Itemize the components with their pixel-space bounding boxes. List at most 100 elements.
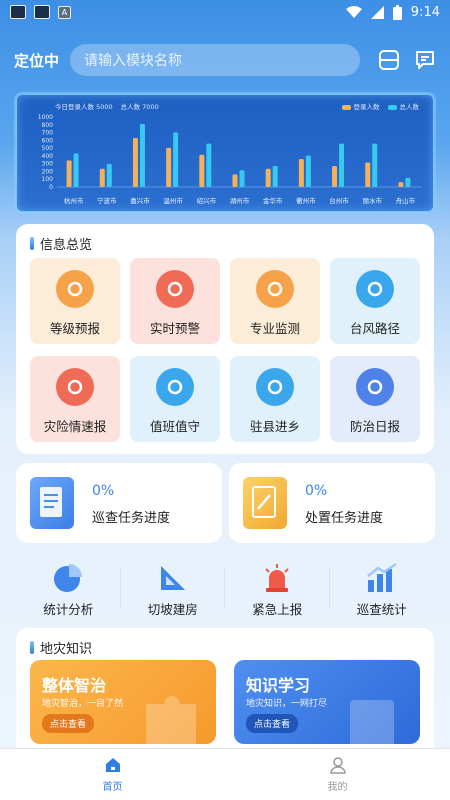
x-tick: 金华市 — [263, 196, 283, 205]
x-tick: 宁波市 — [97, 196, 117, 205]
signal-icon — [370, 5, 384, 19]
search-input[interactable]: 请输入模块名称 — [70, 44, 360, 76]
bar-total — [339, 143, 345, 187]
tile-8[interactable]: 防治日报 — [330, 356, 420, 442]
disposal-task-card[interactable]: 0% 处置任务进度 — [229, 463, 435, 543]
person-clock-icon — [156, 368, 194, 406]
tile-label: 等级预报 — [49, 321, 100, 336]
patrol-progress-value: 0% — [92, 483, 115, 499]
x-tick: 温州市 — [163, 196, 183, 205]
view-button[interactable]: 点击查看 — [246, 714, 299, 733]
section-marker — [30, 237, 34, 250]
app-icon — [34, 5, 50, 19]
notification-icon — [10, 5, 26, 19]
tile-1[interactable]: 等级预报 — [30, 258, 120, 344]
card-subtitle: 地灾智治，一目了然 — [42, 699, 124, 709]
y-tick: 400 — [42, 153, 54, 160]
y-tick: 600 — [42, 137, 54, 144]
tile-7[interactable]: 驻县进乡 — [230, 356, 320, 442]
bar-login — [166, 147, 172, 187]
section-marker — [30, 641, 34, 654]
bar-login — [132, 138, 138, 187]
tile-label: 驻县进乡 — [249, 419, 300, 434]
quick-emergency-report[interactable]: 紧急上报 — [225, 562, 330, 620]
tile-2[interactable]: 实时预警 — [130, 258, 220, 344]
population-chart: 今日登录人数 5000 总人数 7000 登录人数 总人数 1000 800 700 6… — [16, 94, 434, 212]
status-bar: A 9:14 — [0, 0, 450, 24]
bar-total — [173, 132, 179, 187]
disposal-progress-label: 处置任务进度 — [305, 511, 384, 526]
tile-label: 台风路径 — [349, 321, 400, 336]
typhoon-icon — [356, 270, 394, 308]
message-icon[interactable] — [414, 49, 436, 71]
knowledge-title: 地灾知识 — [40, 642, 93, 657]
quick-slope-building[interactable]: 切坡建房 — [121, 562, 225, 620]
tile-5[interactable]: 灾险情速报 — [30, 356, 120, 442]
user-icon — [329, 757, 346, 774]
x-tick: 绍兴市 — [197, 196, 217, 205]
info-overview-panel: 信息总览 等级预报 实时预警 专业监测 台风路径灾险情速报 值班值守 驻县进乡 防治日报 — [16, 224, 434, 454]
puzzle-icon — [146, 696, 196, 744]
bar-login — [66, 160, 72, 187]
card-subtitle: 地灾知识，一网打尽 — [246, 699, 328, 709]
book-icon — [350, 700, 394, 744]
a-icon: A — [58, 5, 71, 19]
bar-total — [139, 124, 145, 187]
siren-icon — [156, 270, 194, 308]
y-tick: 200 — [42, 168, 54, 175]
tile-label: 防治日报 — [349, 419, 400, 434]
quick-patrol-stats[interactable]: 巡查统计 — [330, 562, 435, 620]
tab-mine[interactable]: 我的 — [225, 749, 450, 800]
knowledge-learning-card[interactable]: 知识学习 地灾知识，一网打尽 点击查看 — [234, 660, 420, 744]
bar-chart-icon — [366, 562, 397, 592]
slope-icon — [160, 566, 185, 590]
document-edit-icon — [30, 477, 74, 529]
flame-icon — [56, 368, 94, 406]
battery-icon — [392, 4, 402, 20]
tab-home[interactable]: 首页 — [0, 749, 225, 800]
y-tick: 100 — [42, 176, 54, 183]
bar-total — [405, 177, 411, 187]
patrol-task-card[interactable]: 0% 巡查任务进度 — [16, 463, 222, 543]
quick-label: 紧急上报 — [252, 602, 303, 617]
card-title: 整体智治 — [42, 676, 107, 695]
tile-label: 专业监测 — [249, 321, 300, 336]
wifi-icon — [345, 6, 362, 18]
location-label[interactable]: 定位中 — [14, 50, 70, 71]
tile-label: 实时预警 — [149, 321, 200, 336]
tile-6[interactable]: 值班值守 — [130, 356, 220, 442]
bar-total — [372, 143, 378, 187]
tile-4[interactable]: 台风路径 — [330, 258, 420, 344]
tab-label: 首页 — [102, 782, 123, 793]
people-icon — [256, 368, 294, 406]
x-tick: 湖州市 — [230, 196, 250, 205]
bar-total — [305, 155, 311, 187]
alarm-icon — [265, 564, 289, 592]
header: 定位中 请输入模块名称 — [14, 42, 436, 78]
x-tick: 台州市 — [329, 196, 349, 205]
bar-login — [265, 168, 271, 187]
bottom-tab-bar: 首页 我的 — [0, 748, 450, 800]
bar-login — [99, 168, 105, 187]
quick-label: 切坡建房 — [147, 602, 198, 617]
tab-label: 我的 — [327, 782, 348, 793]
home-icon — [105, 758, 120, 772]
x-tick: 丽水市 — [362, 196, 382, 205]
view-button[interactable]: 点击查看 — [42, 714, 95, 733]
smart-governance-card[interactable]: 整体智治 地灾智治，一目了然 点击查看 — [30, 660, 216, 744]
bar-total — [239, 170, 245, 187]
tile-label: 灾险情速报 — [43, 419, 107, 434]
tile-3[interactable]: 专业监测 — [230, 258, 320, 344]
triangle-icon — [56, 270, 94, 308]
y-tick: 800 — [42, 122, 54, 129]
info-title: 信息总览 — [40, 238, 93, 253]
patrol-progress-label: 巡查任务进度 — [92, 511, 171, 526]
quick-stats-analysis[interactable]: 统计分析 — [16, 562, 121, 620]
report-icon — [356, 368, 394, 406]
bar-total — [272, 166, 278, 187]
scan-icon[interactable] — [378, 49, 400, 71]
x-tick: 衢州市 — [296, 196, 316, 205]
clipboard-edit-icon — [243, 477, 287, 529]
card-title: 知识学习 — [246, 676, 311, 695]
monitor-icon — [256, 270, 294, 308]
